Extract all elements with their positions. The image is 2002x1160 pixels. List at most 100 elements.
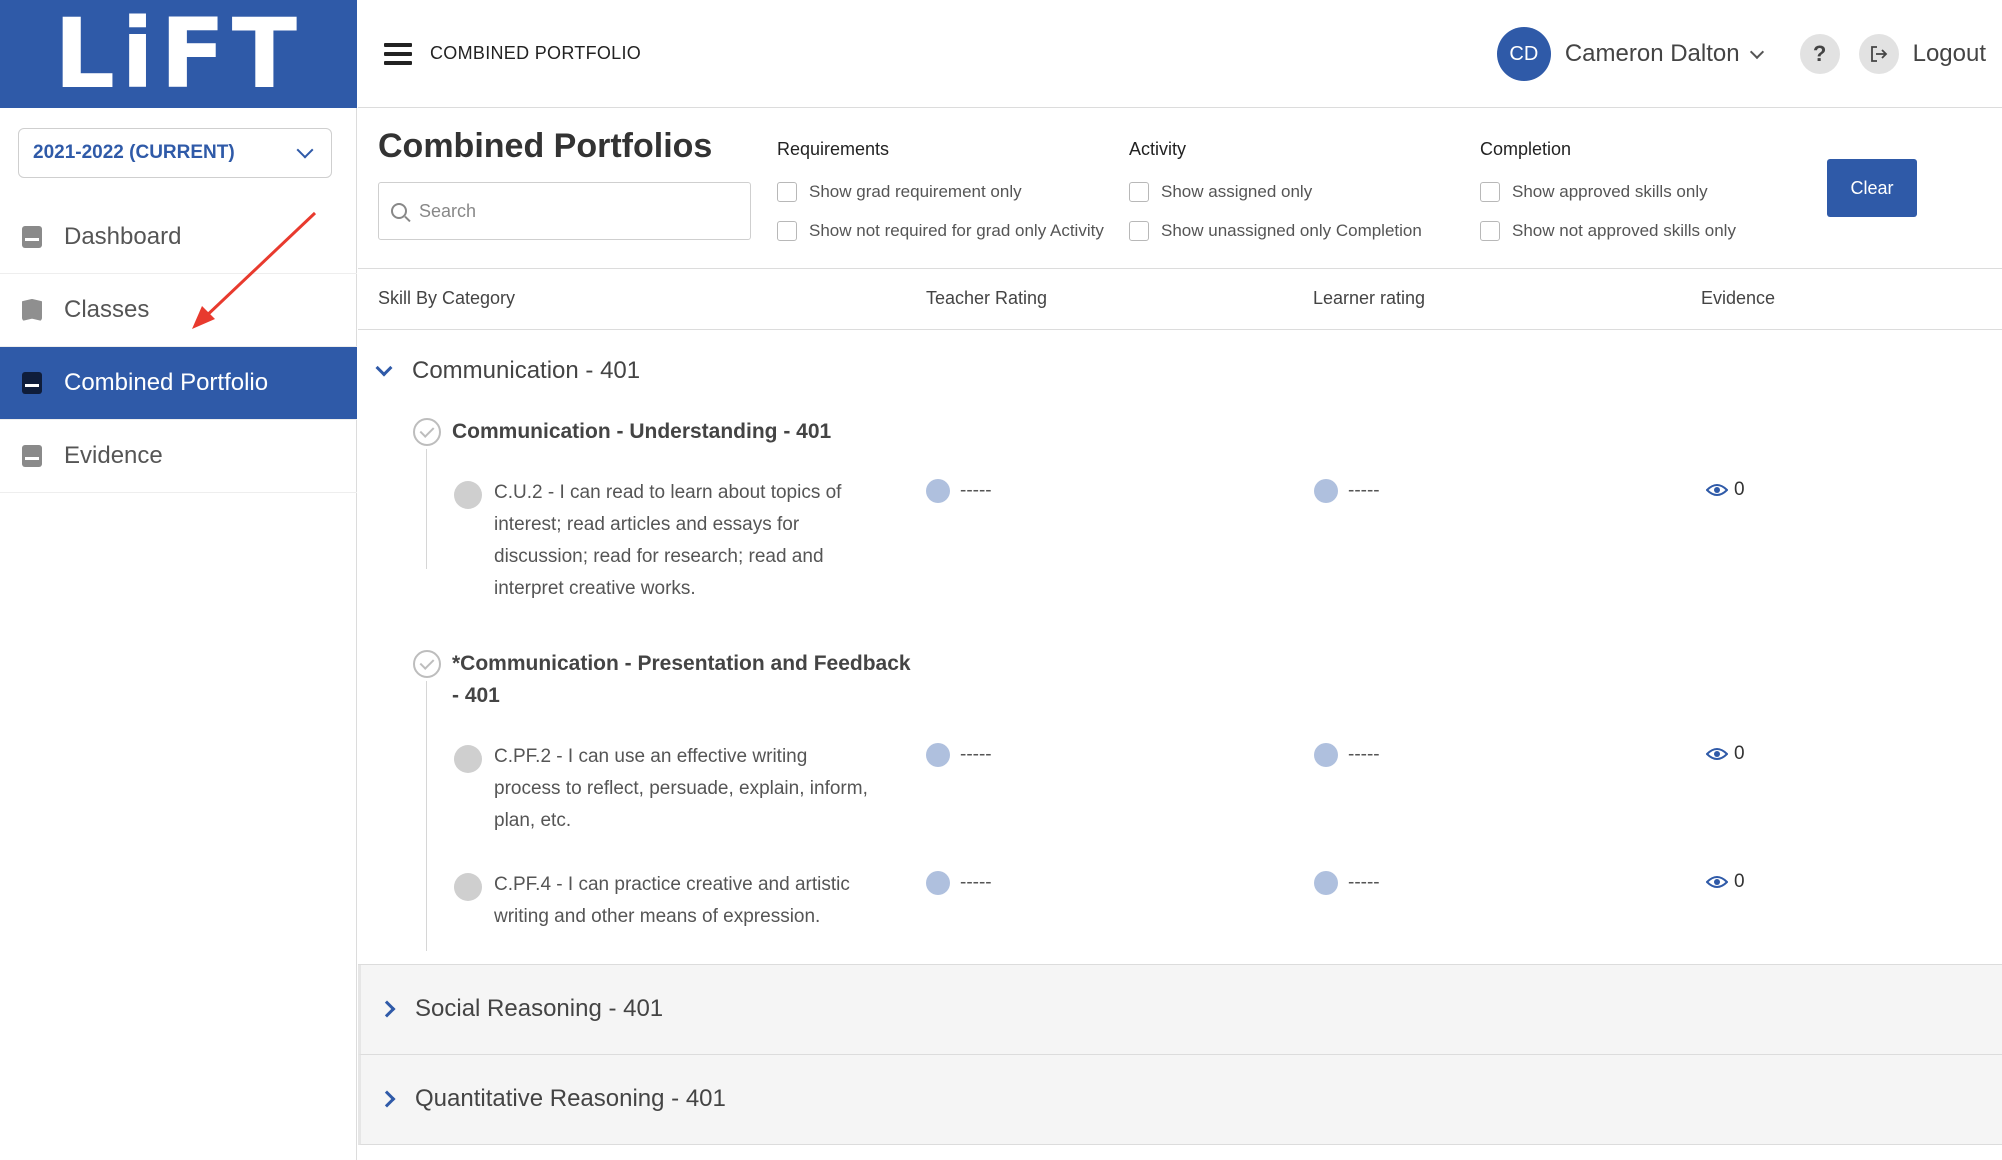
evidence-count[interactable]: 0 [1706,871,1745,893]
learner-rating[interactable]: ----- [1314,743,1380,767]
filter-option-label: Show assigned only [1161,181,1313,201]
filter-option-label: Show not required for grad only Activity [809,220,1104,240]
file-icon [22,445,42,467]
checkbox[interactable] [1480,220,1500,241]
app-root: LiFT 2021-2022 (CURRENT) Dashboard Class… [0,0,2002,1160]
checkbox[interactable] [1129,220,1149,241]
search-input[interactable] [419,200,739,222]
category-title: Communication - 401 [412,357,641,384]
sidebar-item-combined-portfolio[interactable]: Combined Portfolio [0,347,357,420]
filter-option-unassigned[interactable]: Show unassigned only Completion [1129,211,1422,250]
file-icon [22,372,42,394]
evidence-count[interactable]: 0 [1706,479,1745,501]
filter-option-not-approved[interactable]: Show not approved skills only [1480,211,1736,250]
checkbox[interactable] [1480,181,1500,202]
column-header-teacher-rating: Teacher Rating [926,288,1048,308]
chevron-down-icon[interactable] [375,359,393,377]
evidence-count-value: 0 [1734,743,1745,764]
category-communication: Communication - 401 Communication - Unde… [358,331,2002,965]
sidebar-item-evidence[interactable]: Evidence [0,420,357,493]
category-header[interactable]: Social Reasoning - 401 [378,995,664,1023]
checkbox[interactable] [777,181,797,202]
category-title: Quantitative Reasoning - 401 [415,1085,726,1112]
page-title: Combined Portfolios [378,127,713,165]
teacher-rating[interactable]: ----- [926,479,992,503]
school-year-value: 2021-2022 (CURRENT) [33,142,235,163]
subcategory-title: *Communication - Presentation and Feedba… [452,648,911,712]
filter-option-not-required[interactable]: Show not required for grad only Activity [777,211,1104,250]
logo-text: LiFT [53,0,304,110]
category-header[interactable]: Quantitative Reasoning - 401 [378,1085,726,1113]
filter-group-activity: Activity Show assigned only Show unassig… [1129,139,1422,250]
skill-description: C.U.2 - I can read to learn about topics… [494,477,914,605]
checkbox[interactable] [777,220,797,241]
evidence-count-value: 0 [1734,479,1745,500]
school-year-select[interactable]: 2021-2022 (CURRENT) [18,128,332,178]
rating-dot [1314,871,1338,895]
skill-text-line: C.PF.4 - I can practice creative and art… [494,874,850,895]
logo[interactable]: LiFT [0,0,357,108]
sidebar-item-label: Classes [64,296,150,323]
checkbox[interactable] [1129,181,1149,202]
rating-dot [926,743,950,767]
filter-option-label: Show not approved skills only [1512,220,1736,240]
clear-button[interactable]: Clear [1827,159,1917,217]
chevron-right-icon[interactable] [378,1000,396,1018]
category-title: Social Reasoning - 401 [415,995,664,1022]
check-circle-icon [413,418,441,446]
logout-button[interactable]: Logout [1913,40,1986,68]
chevron-right-icon[interactable] [378,1090,396,1108]
teacher-rating[interactable]: ----- [926,871,992,895]
subcategory-header[interactable]: *Communication - Presentation and Feedba… [413,648,911,712]
chevron-down-icon[interactable] [1749,44,1764,60]
skill-text-line: process to reflect, persuade, explain, i… [494,778,868,799]
menu-icon[interactable] [384,42,412,65]
chevron-down-icon [296,141,314,159]
skill-text-line: interpret creative works. [494,578,696,599]
filter-option-assigned[interactable]: Show assigned only [1129,172,1422,211]
logout-icon[interactable] [1858,34,1899,74]
subcategory-header[interactable]: Communication - Understanding - 401 [413,416,831,448]
subcategory-title: Communication - Understanding - 401 [452,420,832,443]
file-icon [22,226,42,248]
skill-text-line: C.U.2 - I can read to learn about topics… [494,482,842,503]
header-page-label: COMBINED PORTFOLIO [430,43,642,63]
eye-icon [1706,484,1728,496]
filter-option-grad-requirement[interactable]: Show grad requirement only [777,172,1104,211]
category-social-reasoning[interactable]: Social Reasoning - 401 [358,965,2002,1055]
teacher-rating[interactable]: ----- [926,743,992,767]
skill-text-line: writing and other means of expression. [494,906,821,927]
evidence-count[interactable]: 0 [1706,743,1745,765]
category-header[interactable]: Communication - 401 [375,357,641,385]
eye-icon [1706,748,1728,760]
skill-text-line: discussion; read for research; read and [494,546,824,567]
teacher-rating-value: ----- [960,744,992,765]
book-icon [22,299,42,321]
top-header: COMBINED PORTFOLIO CD Cameron Dalton ? L… [358,0,2002,108]
skill-description: C.PF.2 - I can use an effective writing … [494,741,914,837]
rating-dot [926,871,950,895]
filter-option-label: Show unassigned only Completion [1161,220,1422,240]
column-header-learner-rating: Learner rating [1313,288,1426,308]
filter-group-title: Completion [1480,139,1572,159]
search-icon [391,203,407,219]
learner-rating[interactable]: ----- [1314,479,1380,503]
sidebar: LiFT 2021-2022 (CURRENT) Dashboard Class… [0,0,357,1160]
search-box[interactable] [378,182,751,240]
avatar[interactable]: CD [1496,27,1551,81]
help-button[interactable]: ? [1799,34,1840,74]
sidebar-item-label: Evidence [64,442,163,469]
filter-group-title: Activity [1129,139,1187,159]
filter-bar: Combined Portfolios Requirements Show gr… [358,109,2002,269]
learner-rating[interactable]: ----- [1314,871,1380,895]
filter-group-title: Requirements [777,139,890,159]
user-name[interactable]: Cameron Dalton [1565,40,1740,68]
portfolio-list: Communication - 401 Communication - Unde… [358,331,2002,1145]
category-quantitative-reasoning[interactable]: Quantitative Reasoning - 401 [358,1055,2002,1145]
status-dot [454,873,482,901]
filter-option-approved[interactable]: Show approved skills only [1480,172,1736,211]
check-circle-icon [413,650,441,678]
filter-group-completion: Completion Show approved skills only Sho… [1480,139,1736,250]
skill-text-line: C.PF.2 - I can use an effective writing [494,746,808,767]
user-area: CD Cameron Dalton ? Logout [1496,0,2002,108]
